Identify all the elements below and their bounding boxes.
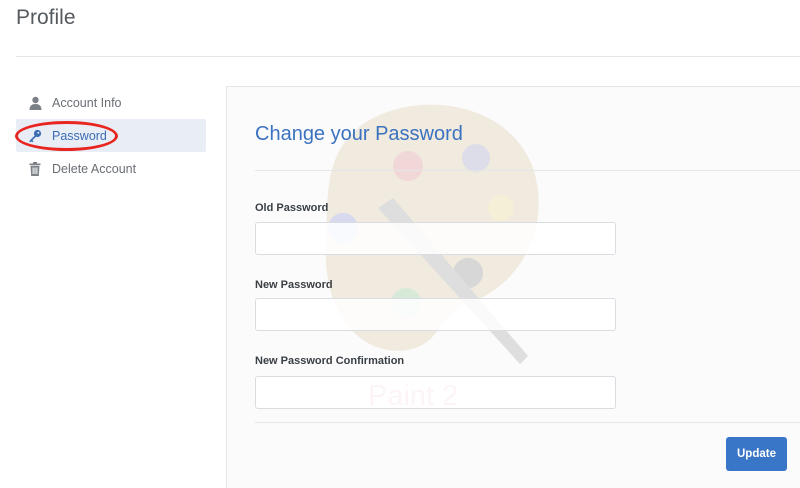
trash-icon — [28, 161, 42, 176]
section-divider — [255, 170, 800, 171]
old-password-label: Old Password — [255, 202, 329, 214]
old-password-field[interactable] — [255, 222, 616, 255]
user-icon — [28, 96, 42, 110]
sidebar-item-label: Account Info — [52, 95, 122, 110]
sidebar-item-label: Password — [52, 128, 107, 143]
new-password-confirmation-field[interactable] — [255, 376, 616, 409]
profile-sidebar: Account Info Password Delete Account — [15, 86, 206, 185]
key-icon — [28, 129, 42, 143]
new-password-label: New Password — [255, 279, 333, 291]
sidebar-item-delete-account[interactable]: Delete Account — [16, 152, 206, 185]
new-password-confirmation-label: New Password Confirmation — [255, 355, 405, 367]
new-password-field[interactable] — [255, 298, 616, 331]
update-button[interactable]: Update — [726, 437, 787, 471]
sidebar-item-label: Delete Account — [52, 161, 137, 176]
sidebar-item-password[interactable]: Password — [15, 119, 206, 152]
title-divider — [16, 56, 800, 57]
sidebar-item-account-info[interactable]: Account Info — [16, 86, 206, 119]
page-title: Profile — [16, 6, 76, 29]
section-title: Change your Password — [255, 123, 463, 145]
form-footer-divider — [255, 422, 800, 423]
